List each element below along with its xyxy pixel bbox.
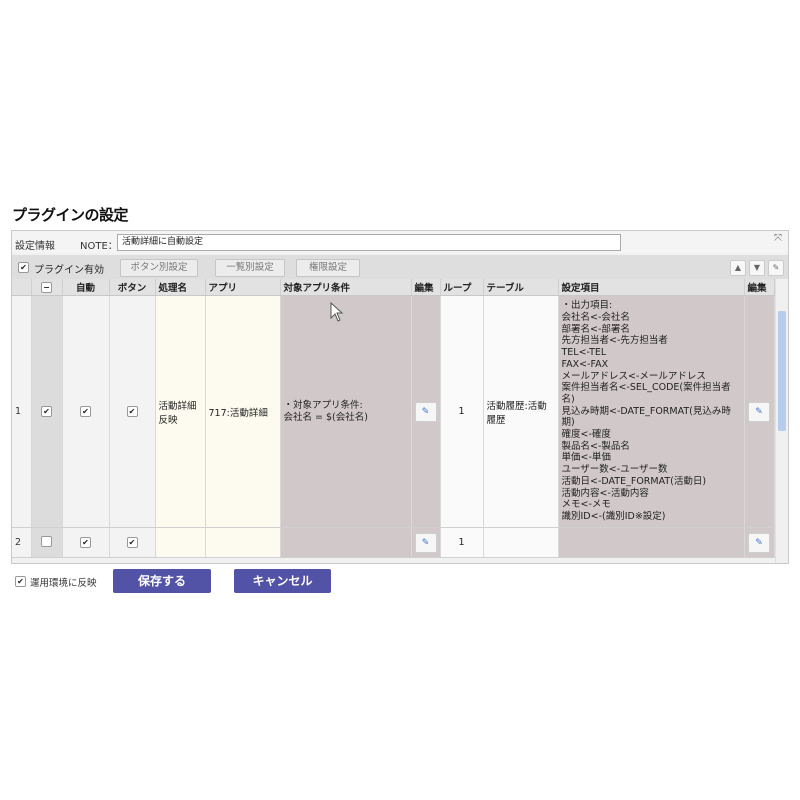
plugin-enabled-checkbox[interactable]: ✔ — [18, 262, 29, 273]
page-title: プラグインの設定 — [12, 206, 129, 224]
condition-cell — [280, 527, 412, 558]
process-name-cell[interactable]: 活動詳細反映 — [155, 295, 206, 528]
plugin-settings-panel: 設定情報 NOTE： ⤧ ✔ プラグイン有効 ボタン別設定 一覧別設定 権限設定… — [11, 230, 789, 564]
apply-production-checkbox[interactable]: ✔ — [15, 576, 26, 587]
row-select-cell[interactable]: ✔ — [31, 295, 63, 528]
expand-icon[interactable]: ⤧ — [774, 233, 782, 244]
edit-condition-button[interactable]: ✎ — [414, 532, 437, 553]
edit-settings-button[interactable]: ✎ — [748, 401, 770, 422]
edit-condition-cell: ✎ — [411, 527, 441, 558]
settings-table: − 自動 ボタン 処理名 アプリ 対象アプリ条件 編集 ループ テーブル 設定項… — [12, 279, 775, 558]
button-checkbox[interactable]: ✔ — [126, 537, 138, 548]
table-row: 1 ✔ ✔ ✔ 活動詳細反映 717:活動詳細 ・対象アプリ条件: 会社名 = … — [12, 295, 775, 528]
edit-settings-cell: ✎ — [744, 295, 775, 528]
edit-condition-cell: ✎ — [411, 295, 441, 528]
button-cell[interactable]: ✔ — [109, 527, 156, 558]
note-row: 設定情報 NOTE： ⤧ — [12, 231, 788, 253]
settings-items-cell: ・出力項目: 会社名<-会社名 部署名<-部署名 先方担当者<-先方担当者 TE… — [558, 295, 745, 528]
condition-cell: ・対象アプリ条件: 会社名 = $(会社名) — [280, 295, 412, 528]
row-select-cell[interactable] — [31, 527, 63, 558]
header-button: ボタン — [109, 279, 156, 296]
header-condition: 対象アプリ条件 — [280, 279, 412, 296]
row-select-checkbox[interactable] — [41, 535, 52, 547]
auto-checkbox[interactable]: ✔ — [80, 406, 91, 417]
button-settings-button[interactable]: ボタン別設定 — [120, 259, 198, 277]
edit-settings-button[interactable]: ✎ — [748, 532, 770, 553]
toolbar-row: ✔ プラグイン有効 ボタン別設定 一覧別設定 権限設定 ▲ ▼ ✎ — [12, 255, 788, 279]
header-edit-2: 編集 — [744, 279, 775, 296]
plugin-enabled-label: プラグイン有効 — [34, 265, 104, 276]
edit-settings-cell: ✎ — [744, 527, 775, 558]
app-cell[interactable] — [205, 527, 281, 558]
row-select-checkbox[interactable]: ✔ — [41, 406, 52, 417]
row-number: 1 — [12, 295, 32, 528]
header-row-number — [12, 279, 32, 296]
header-settings: 設定項目 — [558, 279, 745, 296]
table-cell[interactable] — [483, 527, 559, 558]
mouse-cursor-icon — [330, 302, 344, 322]
vertical-scrollbar[interactable] — [775, 279, 788, 563]
header-loop: ループ — [440, 279, 484, 296]
save-button[interactable]: 保存する — [113, 569, 211, 593]
apply-production-label: 運用環境に反映 — [30, 578, 97, 589]
list-settings-button[interactable]: 一覧別設定 — [215, 259, 285, 277]
button-cell[interactable]: ✔ — [109, 295, 156, 528]
wrench-icon[interactable]: ✎ — [768, 260, 784, 276]
auto-cell[interactable]: ✔ — [62, 527, 110, 558]
table-cell[interactable]: 活動履歴:活動履歴 — [483, 295, 559, 528]
table-header-row: − 自動 ボタン 処理名 アプリ 対象アプリ条件 編集 ループ テーブル 設定項… — [12, 279, 775, 296]
cancel-button[interactable]: キャンセル — [234, 569, 331, 593]
header-select-all[interactable]: − — [31, 279, 63, 296]
select-all-checkbox[interactable]: − — [41, 281, 52, 293]
settings-items-cell — [558, 527, 745, 558]
permission-settings-button[interactable]: 権限設定 — [296, 259, 360, 277]
row-number: 2 — [12, 527, 32, 558]
move-down-icon[interactable]: ▼ — [749, 260, 765, 276]
loop-cell[interactable]: 1 — [440, 527, 484, 558]
settings-info-label: 設定情報 — [15, 241, 55, 252]
header-process-name: 処理名 — [155, 279, 206, 296]
condition-text: ・対象アプリ条件: 会社名 = $(会社名) — [283, 399, 368, 423]
note-input[interactable] — [117, 234, 621, 251]
scrollbar-thumb[interactable] — [778, 311, 786, 431]
note-label: NOTE： — [80, 241, 118, 252]
process-name-cell[interactable] — [155, 527, 206, 558]
loop-cell[interactable]: 1 — [440, 295, 484, 528]
table-row: 2 ✔ ✔ ✎ 1 ✎ — [12, 527, 775, 558]
button-checkbox[interactable]: ✔ — [126, 406, 138, 417]
header-table: テーブル — [483, 279, 559, 296]
header-app: アプリ — [205, 279, 281, 296]
settings-items-text: ・出力項目: 会社名<-会社名 部署名<-部署名 先方担当者<-先方担当者 TE… — [561, 300, 731, 522]
header-auto: 自動 — [62, 279, 110, 296]
header-edit: 編集 — [411, 279, 441, 296]
move-up-icon[interactable]: ▲ — [730, 260, 746, 276]
app-cell[interactable]: 717:活動詳細 — [205, 295, 281, 528]
edit-condition-button[interactable]: ✎ — [414, 401, 437, 422]
auto-cell[interactable]: ✔ — [62, 295, 110, 528]
auto-checkbox[interactable]: ✔ — [80, 537, 91, 548]
